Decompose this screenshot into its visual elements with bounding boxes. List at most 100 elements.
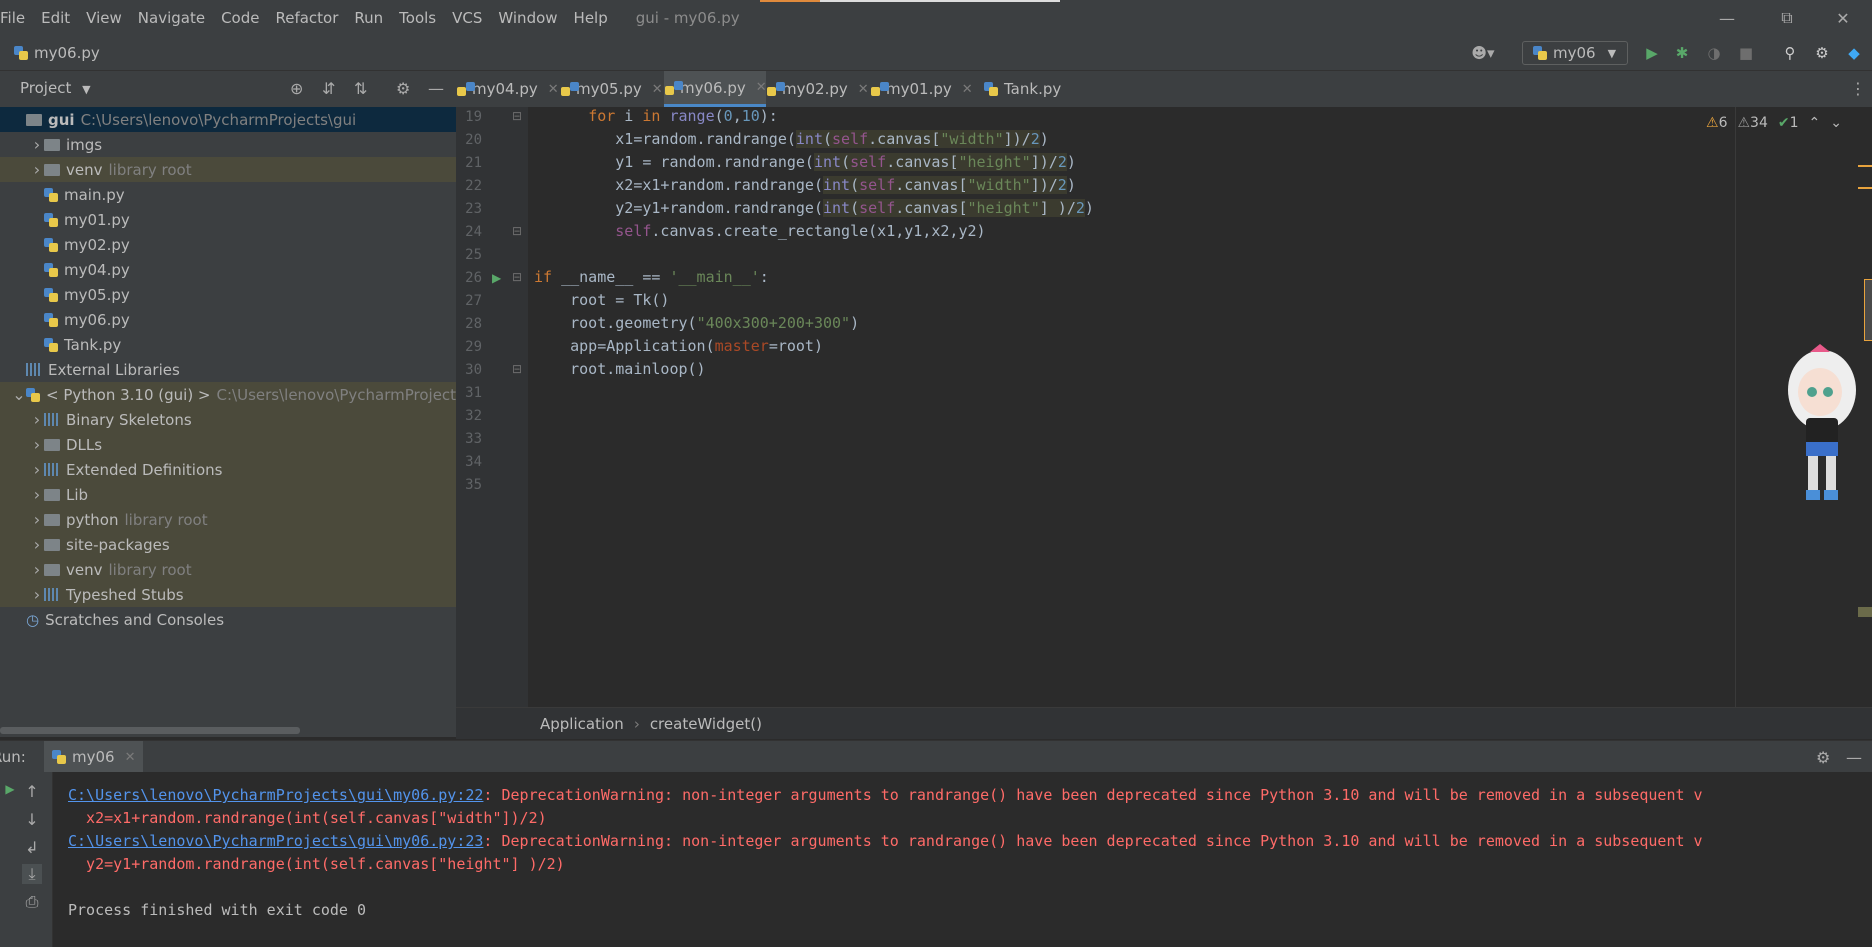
tab-Tank-py[interactable]: Tank.py bbox=[974, 71, 1074, 107]
chevron-right-icon[interactable]: › bbox=[30, 535, 44, 554]
jetbrains-logo-icon[interactable]: ◆ bbox=[1845, 44, 1863, 62]
tab-my02-py[interactable]: my02.py ✕ bbox=[766, 71, 870, 107]
run-console[interactable]: C:\Users\lenovo\PycharmProjects\gui\my06… bbox=[53, 772, 1872, 947]
tree-item[interactable]: › imgs bbox=[0, 132, 486, 157]
tree-item[interactable]: Tank.py bbox=[0, 332, 486, 357]
warning-marker[interactable] bbox=[1858, 187, 1872, 189]
inspection-widget[interactable]: ⚠6 ⚠34 ✔1 ⌃ ⌄ bbox=[1706, 115, 1842, 131]
close-tab-icon[interactable]: ✕ bbox=[652, 82, 663, 97]
tree-item[interactable]: › Lib bbox=[0, 482, 486, 507]
fold-icon[interactable]: ⊟ bbox=[512, 270, 522, 284]
chevron-right-icon[interactable]: › bbox=[30, 510, 44, 529]
tree-item[interactable]: my02.py bbox=[0, 232, 486, 257]
warning-marker[interactable] bbox=[1858, 165, 1872, 167]
hide-panel-icon[interactable]: — bbox=[1846, 748, 1862, 767]
tab-my06-py[interactable]: my06.py ✕ bbox=[664, 71, 767, 107]
more-tabs-icon[interactable]: ⋮ bbox=[1850, 79, 1866, 98]
console-file-link[interactable]: C:\Users\lenovo\PycharmProjects\gui\my06… bbox=[68, 786, 483, 804]
tree-item[interactable]: › DLLs bbox=[0, 432, 486, 457]
tree-item[interactable]: › python library root bbox=[0, 507, 486, 532]
warning-count[interactable]: ⚠34 bbox=[1737, 115, 1767, 131]
chevron-down-icon[interactable]: ⌄ bbox=[12, 385, 26, 404]
expand-all-icon[interactable]: ⇵ bbox=[322, 79, 335, 98]
fold-icon[interactable]: ⊟ bbox=[512, 224, 522, 238]
coverage-icon[interactable]: ◑ bbox=[1705, 44, 1723, 62]
collapse-all-icon[interactable]: ⇅ bbox=[354, 79, 367, 98]
tree-item[interactable]: main.py bbox=[0, 182, 486, 207]
menu-edit[interactable]: Edit bbox=[33, 9, 78, 27]
close-tab-icon[interactable]: ✕ bbox=[125, 750, 136, 765]
menu-file[interactable]: File bbox=[0, 9, 33, 27]
tree-item[interactable]: External Libraries bbox=[0, 357, 468, 382]
breadcrumb-class[interactable]: Application bbox=[540, 715, 624, 733]
ok-count[interactable]: ✔1 bbox=[1778, 115, 1799, 131]
menu-vcs[interactable]: VCS bbox=[444, 9, 490, 27]
tab-my04-py[interactable]: my04.py ✕ bbox=[456, 71, 560, 107]
arrow-up-icon[interactable]: ↑ bbox=[22, 782, 42, 801]
chevron-right-icon[interactable]: › bbox=[30, 485, 44, 504]
settings-gear-icon[interactable]: ⚙ bbox=[1813, 44, 1831, 62]
chevron-right-icon[interactable]: › bbox=[30, 135, 44, 154]
tree-item[interactable]: my06.py bbox=[0, 307, 486, 332]
run-icon[interactable]: ▶ bbox=[1643, 44, 1661, 62]
run-tab-my06[interactable]: my06 ✕ bbox=[44, 741, 144, 773]
close-tab-icon[interactable]: ✕ bbox=[858, 82, 869, 97]
tree-item[interactable]: › Extended Definitions bbox=[0, 457, 486, 482]
tree-item[interactable]: › Binary Skeletons bbox=[0, 407, 486, 432]
tree-item[interactable]: gui C:\Users\lenovo\PycharmProjects\gui bbox=[0, 107, 468, 132]
tree-item[interactable]: › venv library root bbox=[0, 557, 486, 582]
menu-view[interactable]: View bbox=[78, 9, 130, 27]
tree-item[interactable]: › Typeshed Stubs bbox=[0, 582, 486, 607]
tree-item[interactable]: › site-packages bbox=[0, 532, 486, 557]
menu-refactor[interactable]: Refactor bbox=[267, 9, 346, 27]
tree-item[interactable]: my04.py bbox=[0, 257, 486, 282]
fold-icon[interactable]: ⊟ bbox=[512, 109, 522, 123]
fold-icon[interactable]: ⊟ bbox=[512, 362, 522, 376]
chevron-right-icon[interactable]: › bbox=[30, 410, 44, 429]
chevron-right-icon[interactable]: › bbox=[30, 560, 44, 579]
code-editor[interactable]: for i in range(0,10): x1=random.randrang… bbox=[528, 107, 1735, 707]
marker[interactable] bbox=[1858, 607, 1872, 617]
chevron-up-icon[interactable]: ⌃ bbox=[1809, 115, 1821, 131]
nav-breadcrumb[interactable]: my06.py bbox=[14, 44, 100, 62]
user-icon[interactable]: ☻▾ bbox=[1468, 44, 1498, 62]
chevron-right-icon[interactable]: › bbox=[30, 160, 44, 179]
print-icon[interactable]: ⎙ bbox=[22, 892, 42, 912]
chevron-right-icon[interactable]: › bbox=[30, 435, 44, 454]
menu-navigate[interactable]: Navigate bbox=[130, 9, 213, 27]
restore-icon[interactable]: ⧉ bbox=[1762, 0, 1812, 36]
settings-gear-icon[interactable]: ⚙ bbox=[396, 79, 410, 98]
menu-help[interactable]: Help bbox=[566, 9, 616, 27]
error-count[interactable]: ⚠6 bbox=[1706, 115, 1727, 131]
tab-my05-py[interactable]: my05.py ✕ bbox=[560, 71, 664, 107]
close-tab-icon[interactable]: ✕ bbox=[548, 82, 559, 97]
nav-current-file[interactable]: my06.py bbox=[34, 44, 100, 62]
close-icon[interactable]: ✕ bbox=[1818, 0, 1868, 36]
run-gutter-icon[interactable]: ▶ bbox=[492, 271, 501, 285]
console-file-link[interactable]: C:\Users\lenovo\PycharmProjects\gui\my06… bbox=[68, 832, 483, 850]
project-panel-title[interactable]: Project ▼ bbox=[20, 79, 91, 97]
rerun-icon[interactable]: ▶ bbox=[0, 782, 20, 796]
run-configuration-select[interactable]: my06 ▼ bbox=[1522, 41, 1628, 65]
soft-wrap-icon[interactable]: ↲ bbox=[22, 838, 42, 857]
scroll-to-end-icon[interactable]: ⤓ bbox=[22, 864, 42, 884]
breadcrumb-method[interactable]: createWidget() bbox=[650, 715, 762, 733]
search-icon[interactable]: ⚲ bbox=[1781, 44, 1799, 62]
tab-my01-py[interactable]: my01.py ✕ bbox=[870, 71, 974, 107]
settings-gear-icon[interactable]: ⚙ bbox=[1816, 748, 1830, 767]
menu-code[interactable]: Code bbox=[213, 9, 267, 27]
hide-panel-icon[interactable]: — bbox=[428, 79, 444, 98]
tree-item[interactable]: my01.py bbox=[0, 207, 486, 232]
menu-window[interactable]: Window bbox=[490, 9, 565, 27]
tree-item[interactable]: my05.py bbox=[0, 282, 486, 307]
debug-icon[interactable]: ✱ bbox=[1673, 44, 1691, 62]
menu-tools[interactable]: Tools bbox=[391, 9, 444, 27]
locate-icon[interactable]: ⊕ bbox=[290, 79, 303, 98]
chevron-right-icon[interactable]: › bbox=[30, 585, 44, 604]
horizontal-scrollbar[interactable] bbox=[0, 727, 300, 734]
menu-run[interactable]: Run bbox=[346, 9, 391, 27]
close-tab-icon[interactable]: ✕ bbox=[962, 82, 973, 97]
minimize-icon[interactable]: — bbox=[1702, 0, 1752, 36]
arrow-down-icon[interactable]: ↓ bbox=[22, 810, 42, 829]
tree-item[interactable]: ⌄ < Python 3.10 (gui) > C:\Users\lenovo\Py… bbox=[0, 382, 468, 407]
